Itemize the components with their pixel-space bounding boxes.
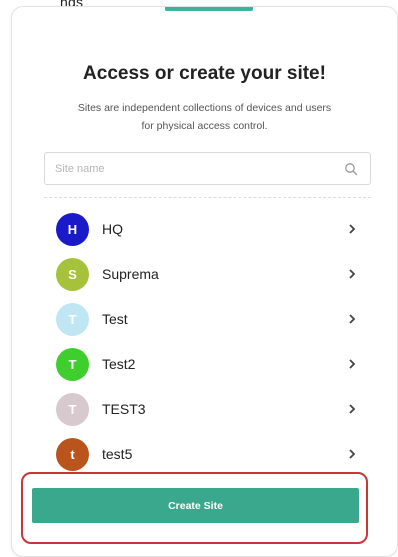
search-field[interactable] <box>44 152 371 185</box>
site-name: test5 <box>102 446 133 462</box>
site-item-test2[interactable]: T Test2 <box>44 342 371 387</box>
chevron-right-icon <box>349 269 356 279</box>
chevron-right-icon <box>349 224 356 234</box>
site-avatar: S <box>56 258 89 291</box>
site-item-test3[interactable]: T TEST3 <box>44 387 371 432</box>
site-name: TEST3 <box>102 401 146 417</box>
site-item-test5[interactable]: t test5 <box>44 432 371 477</box>
site-item-hq[interactable]: H HQ <box>44 207 371 252</box>
site-avatar: T <box>56 348 89 381</box>
chevron-right-icon <box>349 404 356 414</box>
site-list: H HQ S Suprema T Test T Test2 T TEST3 t … <box>44 207 371 477</box>
site-avatar: T <box>56 303 89 336</box>
site-name: Suprema <box>102 266 159 282</box>
site-name: Test <box>102 311 128 327</box>
search-icon[interactable] <box>344 162 358 176</box>
page-title: Access or create your site! <box>83 63 326 84</box>
accent-bar <box>165 7 253 11</box>
chevron-right-icon <box>349 449 356 459</box>
site-avatar: T <box>56 393 89 426</box>
divider <box>44 197 371 198</box>
search-input[interactable] <box>55 153 335 184</box>
site-avatar: H <box>56 213 89 246</box>
site-name: HQ <box>102 221 123 237</box>
site-avatar: t <box>56 438 89 471</box>
site-name: Test2 <box>102 356 136 372</box>
site-item-suprema[interactable]: S Suprema <box>44 252 371 297</box>
chevron-right-icon <box>349 314 356 324</box>
site-item-test[interactable]: T Test <box>44 297 371 342</box>
create-site-button[interactable]: Create Site <box>32 488 359 523</box>
chevron-right-icon <box>349 359 356 369</box>
page-subtitle: Sites are independent collections of dev… <box>77 102 332 132</box>
